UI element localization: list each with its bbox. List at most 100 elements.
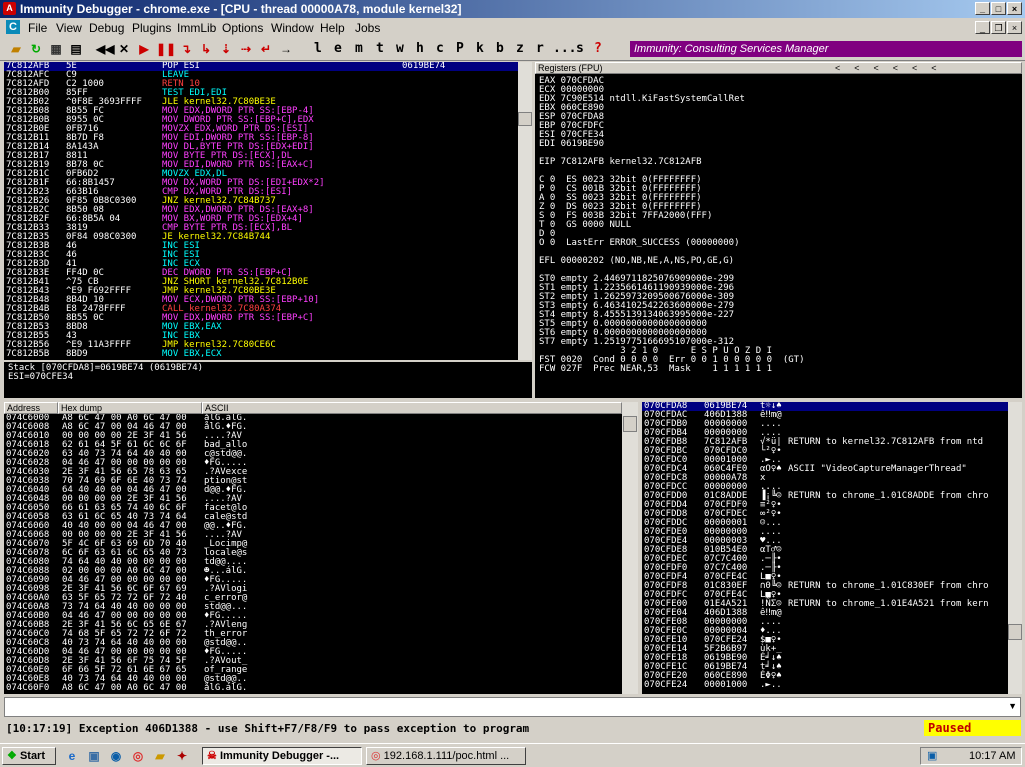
toolbar-cpu[interactable]: c xyxy=(436,41,444,56)
child-minimize-button[interactable]: _ xyxy=(975,21,990,34)
stack-row[interactable]: 070CFE20 060CE890 ÉΦ♀♠ xyxy=(642,672,1008,681)
dump-scroll-thumb[interactable] xyxy=(623,416,637,432)
toolbar-modules[interactable]: e xyxy=(334,41,342,56)
menu-debug[interactable]: Debug xyxy=(89,21,124,35)
stack-row[interactable]: 070CFDD8 070CFDEC ∞²♀• xyxy=(642,510,1008,519)
disassembly-pane[interactable]: 7C812AFB 5E POP ESI 0619BE74 7C812AFC C9 LEAVE… xyxy=(4,62,518,360)
stack-row[interactable]: 070CFE1C 0619BE74 t╛↓♠ xyxy=(642,663,1008,672)
task-chrome-poc[interactable]: ◎ 192.168.1.111/poc.html ... xyxy=(366,747,526,765)
restart-icon[interactable]: ↻ xyxy=(28,41,44,57)
disasm-row[interactable]: 7C812B53 8BD8 MOV EBX,EAX xyxy=(4,323,518,332)
task-immunity-debugger[interactable]: ☠ Immunity Debugger -... xyxy=(202,747,362,765)
quicklaunch-ie-icon[interactable]: e xyxy=(64,748,80,764)
menu-options[interactable]: Options xyxy=(222,21,263,35)
menu-immlib[interactable]: ImmLib xyxy=(177,21,216,35)
trace-over-icon[interactable]: ⇢ xyxy=(238,41,254,57)
child-restore-button[interactable]: ❐ xyxy=(991,21,1006,34)
minimize-button[interactable]: _ xyxy=(975,2,990,15)
stack-row[interactable]: 070CFDEC 07C7C400 .─╟• xyxy=(642,555,1008,564)
stack-row[interactable]: 070CFDDC 00000001 ☺... xyxy=(642,519,1008,528)
toolbar-patches[interactable]: P xyxy=(456,41,464,56)
disasm-row[interactable]: 7C812AFB 5E POP ESI 0619BE74 xyxy=(4,62,518,71)
registers-pane[interactable]: Registers (FPU) <<<<<< EAX 070CFDAC ECX 0… xyxy=(535,62,1022,398)
stack-row[interactable]: 070CFE18 0619BE90 É╛↓♠ xyxy=(642,654,1008,663)
close-process-icon[interactable]: ✕ xyxy=(116,41,132,57)
disasm-row[interactable]: 7C812B35 0F84 098C0300 JE kernel32.7C84B74… xyxy=(4,233,518,242)
toolbar-source[interactable]: s xyxy=(576,41,584,56)
toolbar-memory[interactable]: m xyxy=(355,41,363,56)
stack-pane[interactable]: 070CFDA8 0619BE74 t☼↓♠ 070CFDAC 406D1388 ê‼m@… xyxy=(642,402,1008,694)
menu-help[interactable]: Help xyxy=(320,21,345,35)
dump-pane[interactable]: 074C6000 A8 6C 47 00 A0 6C 47 00 ålG.álG. 0… xyxy=(4,414,622,694)
maximize-button[interactable]: □ xyxy=(991,2,1006,15)
stack-row[interactable]: 070CFE10 070CFE24 $■♀• xyxy=(642,636,1008,645)
stack-row[interactable]: 070CFDB8 7C812AFB √*ü| RETURN to kernel32.7… xyxy=(642,438,1008,447)
menu-window[interactable]: Window xyxy=(271,21,314,35)
command-dropdown-icon[interactable]: ▼ xyxy=(1008,701,1017,711)
stack-row[interactable]: 070CFDE0 00000000.... xyxy=(642,528,1008,537)
menu-file[interactable]: File xyxy=(28,21,47,35)
stack-scroll-thumb[interactable] xyxy=(1008,624,1022,640)
trace-into-icon[interactable]: ⇣ xyxy=(218,41,234,57)
rewind-icon[interactable]: ◀◀ xyxy=(96,41,114,57)
stack-row[interactable]: 070CFDA8 0619BE74 t☼↓♠ xyxy=(642,402,1008,411)
goto-icon[interactable]: → xyxy=(278,41,294,57)
open-folder-icon[interactable]: ▰ xyxy=(8,41,24,57)
stack-row[interactable]: 070CFDD4 070CFDF0 ≡²♀• xyxy=(642,501,1008,510)
menu-plugins[interactable]: Plugins xyxy=(132,21,171,35)
disassembly-scroll-thumb[interactable] xyxy=(518,112,532,126)
dump-row[interactable]: 074C60F0 A8 6C 47 00 A0 6C 47 00 ålG.álG. xyxy=(4,684,622,693)
start-button[interactable]: ❖ Start xyxy=(2,747,56,765)
toolbar-windows[interactable]: w xyxy=(396,41,404,56)
quicklaunch-outlook-icon[interactable]: ◉ xyxy=(108,748,124,764)
stack-row[interactable]: 070CFDE4 00000003 ♥... xyxy=(642,537,1008,546)
stack-row[interactable]: 070CFDD0 01C8ADDE ▐¡╚☺ RETURN to chrome_1.0… xyxy=(642,492,1008,501)
stack-row[interactable]: 070CFDC4 060C4FE0 αO♀♠ ASCII "VideoCaptureM… xyxy=(642,465,1008,474)
quicklaunch-chrome-icon[interactable]: ◎ xyxy=(130,748,146,764)
grid-icon[interactable]: ▤ xyxy=(68,41,84,57)
toolbar-log[interactable]: l xyxy=(314,41,322,56)
cpu-window-icon[interactable]: C xyxy=(6,20,20,34)
step-into-icon[interactable]: ↴ xyxy=(178,41,194,57)
stack-row[interactable]: 070CFDF8 01C830EF ∩0╚☺ RETURN to chrome_1.0… xyxy=(642,582,1008,591)
toolbar-references[interactable]: r xyxy=(536,41,544,56)
run-icon[interactable]: ▶ xyxy=(136,41,152,57)
toolbar-z[interactable]: z xyxy=(516,41,524,56)
toolbar-handles[interactable]: h xyxy=(416,41,424,56)
disasm-row[interactable]: 7C812B3B 46 INC ESI xyxy=(4,242,518,251)
disasm-row[interactable]: 7C812B5B 8BD9 MOV EBX,ECX xyxy=(4,350,518,359)
dump-col-hex[interactable]: Hex dump xyxy=(58,402,202,414)
stack-row[interactable]: 070CFDE8 010B54E0 αT♂☺ xyxy=(642,546,1008,555)
disk-icon[interactable]: ▦ xyxy=(48,41,64,57)
stack-row[interactable]: 070CFE08 00000000.... xyxy=(642,618,1008,627)
command-input[interactable]: ▼ xyxy=(4,697,1021,717)
quicklaunch-explorer-icon[interactable]: ▣ xyxy=(86,748,102,764)
stack-row[interactable]: 070CFE00 01E4A521 !ÑΣ☺ RETURN to chrome_1.0… xyxy=(642,600,1008,609)
stack-row[interactable]: 070CFDB0 00000000.... xyxy=(642,420,1008,429)
stack-row[interactable]: 070CFE04 406D1388 ê‼m@ xyxy=(642,609,1008,618)
quicklaunch-folder-icon[interactable]: ▰ xyxy=(152,748,168,764)
child-close-button[interactable]: × xyxy=(1007,21,1022,34)
toolbar-callstack[interactable]: k xyxy=(476,41,484,56)
stack-row[interactable]: 070CFE0C 00000004 ♦... xyxy=(642,627,1008,636)
dump-scrollbar[interactable] xyxy=(622,402,638,694)
toolbar-threads[interactable]: t xyxy=(376,41,384,56)
pause-icon[interactable]: ❚❚ xyxy=(156,41,176,57)
menu-jobs[interactable]: Jobs xyxy=(355,21,380,35)
network-tray-icon[interactable]: ▣ xyxy=(927,749,937,762)
consulting-banner[interactable]: Immunity: Consulting Services Manager xyxy=(630,41,1022,57)
toolbar-breakpoints[interactable]: b xyxy=(496,41,504,56)
close-button[interactable]: × xyxy=(1007,2,1022,15)
stack-row[interactable]: 070CFE24 00001000 .►.. xyxy=(642,681,1008,690)
stack-scrollbar[interactable] xyxy=(1008,402,1022,694)
stack-row[interactable]: 070CFDBC 070CFDC0 └²♀• xyxy=(642,447,1008,456)
stack-row[interactable]: 070CFDAC 406D1388 ê‼m@ xyxy=(642,411,1008,420)
stack-row[interactable]: 070CFDC8 00000A78 x .. xyxy=(642,474,1008,492)
execute-till-return-icon[interactable]: ↵ xyxy=(258,41,274,57)
disasm-row[interactable]: 7C812B3C 46 INC ESI xyxy=(4,251,518,260)
toolbar-run-trace[interactable]: ... xyxy=(553,41,576,56)
dump-col-address[interactable]: Address xyxy=(4,402,58,414)
stack-row[interactable]: 070CFE14 5F2B6B97 ùk+_ xyxy=(642,645,1008,654)
help-icon[interactable]: ? xyxy=(594,41,602,56)
dump-col-ascii[interactable]: ASCII xyxy=(202,402,622,414)
